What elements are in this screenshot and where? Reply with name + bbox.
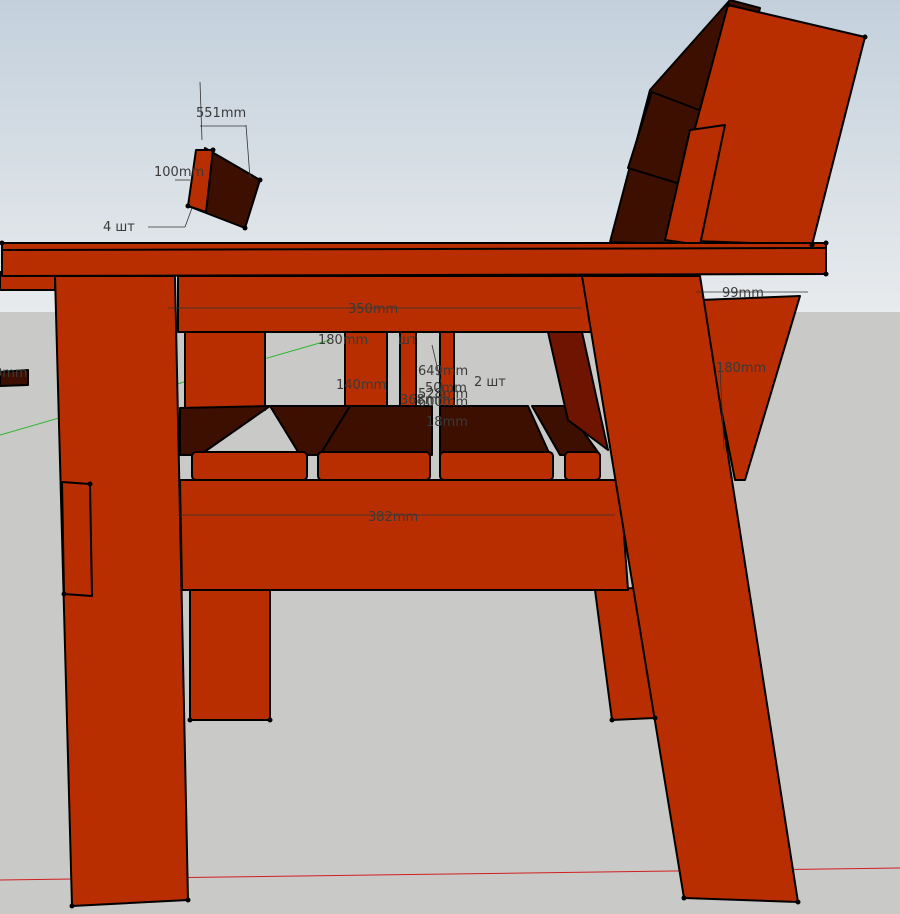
dim-left-edge: 0mm <box>0 366 28 381</box>
dim-apron-bottom: 382mm <box>368 510 418 525</box>
dim-slat-length: 649mm <box>418 364 468 379</box>
dim-slat-thick: 18mm <box>426 415 468 430</box>
dim-block-length: 551mm <box>196 106 246 121</box>
dim-slat-qty: 2 шт <box>474 375 506 390</box>
dim-rear-post: 180mm <box>716 361 766 376</box>
dim-apron-top: 350mm <box>348 302 398 317</box>
dim-block-qty: 4 шт <box>103 220 135 235</box>
dim-block-height: 100mm <box>154 165 204 180</box>
dim-back-post-qty: шт <box>398 333 418 348</box>
rear-front-leg[interactable] <box>189 589 271 721</box>
armrest[interactable] <box>1 242 827 277</box>
front-left-leg[interactable] <box>54 275 189 907</box>
dim-armrest-depth: 99mm <box>722 286 764 301</box>
dim-slat-d: 600mm <box>418 395 468 410</box>
dim-back-post: 180mm <box>318 333 368 348</box>
chair-3d-model-canvas[interactable]: 551mm 100mm 4 шт 350mm 99mm 0mm 180mm шт… <box>0 0 900 914</box>
rear-front-leg-top[interactable] <box>184 329 266 411</box>
lower-apron[interactable] <box>179 479 629 591</box>
dim-center-post: 140mm <box>336 378 386 393</box>
